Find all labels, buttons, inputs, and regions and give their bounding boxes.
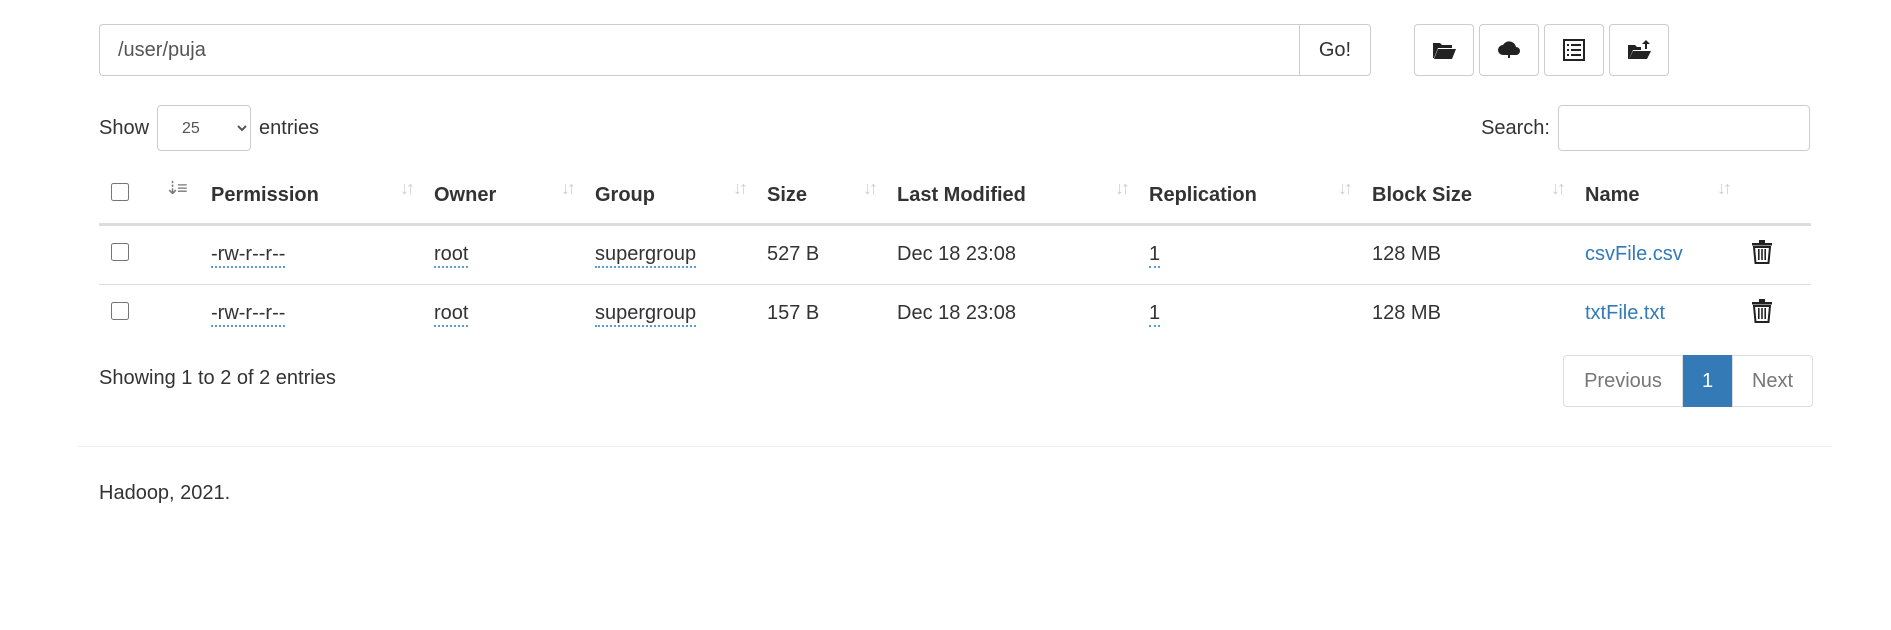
owner-link[interactable]: root xyxy=(434,302,469,327)
file-table: ⇣≡ Permission ↓↑ Owner ↓↑ Group ↓↑ Size … xyxy=(99,170,1811,343)
header-label: Block Size xyxy=(1372,183,1473,206)
select-all-checkbox[interactable] xyxy=(111,182,129,201)
footer-text: Hadoop, 2021. xyxy=(99,482,231,504)
header-permission[interactable]: Permission ↓↑ xyxy=(211,170,434,226)
replication-link[interactable]: 1 xyxy=(1149,243,1161,268)
block-size-cell: 128 MB xyxy=(1372,224,1585,285)
upload-button[interactable] xyxy=(1479,24,1539,76)
show-label: Show xyxy=(99,116,150,139)
size-cell: 527 B xyxy=(767,224,897,285)
length-control: Show 25 entries xyxy=(99,105,320,151)
permission-link[interactable]: -rw-r--r-- xyxy=(211,243,286,268)
entries-label: entries xyxy=(259,116,320,139)
owner-link[interactable]: root xyxy=(434,243,469,268)
header-label: Last Modified xyxy=(897,183,1026,206)
sort-icon: ↓↑ xyxy=(1338,178,1353,198)
table-info: Showing 1 to 2 of 2 entries xyxy=(99,367,336,389)
replication-link[interactable]: 1 xyxy=(1149,302,1161,327)
cloud-upload-icon xyxy=(1498,41,1520,58)
header-name[interactable]: Name ↓↑ xyxy=(1585,170,1751,226)
previous-page-button[interactable]: Previous xyxy=(1563,355,1683,407)
header-owner[interactable]: Owner ↓↑ xyxy=(434,170,595,226)
delete-button[interactable] xyxy=(1751,284,1811,343)
size-cell: 157 B xyxy=(767,302,820,324)
modified-cell: Dec 18 23:08 xyxy=(897,302,1016,324)
table-header-row: ⇣≡ Permission ↓↑ Owner ↓↑ Group ↓↑ Size … xyxy=(99,170,1811,226)
header-label: Replication xyxy=(1149,183,1257,206)
delete-button[interactable] xyxy=(1751,224,1811,285)
go-button[interactable]: Go! xyxy=(1299,24,1371,76)
next-page-button[interactable]: Next xyxy=(1732,355,1813,407)
create-directory-button[interactable] xyxy=(1414,24,1474,76)
header-last-modified[interactable]: Last Modified ↓↑ xyxy=(897,170,1149,226)
folder-open-icon xyxy=(1433,43,1456,59)
sort-icon: ↓↑ xyxy=(733,178,748,198)
row-checkbox[interactable] xyxy=(111,242,129,261)
footer-divider xyxy=(78,446,1832,447)
group-link[interactable]: supergroup xyxy=(595,302,697,327)
row-checkbox[interactable] xyxy=(111,301,129,320)
group-link[interactable]: supergroup xyxy=(595,243,697,268)
sort-header[interactable]: ⇣≡ xyxy=(161,170,211,226)
table-row: -rw-r--r-- root supergroup 157 B Dec 18 … xyxy=(99,284,1811,343)
header-label: Group xyxy=(595,183,655,206)
pagination: Previous 1 Next xyxy=(1563,355,1813,407)
permission-link[interactable]: -rw-r--r-- xyxy=(211,302,286,327)
trash-icon xyxy=(1752,239,1772,264)
path-bar: Go! xyxy=(99,24,1371,76)
file-name-link[interactable]: txtFile.txt xyxy=(1585,302,1665,324)
header-label: Permission xyxy=(211,183,319,206)
path-input[interactable] xyxy=(99,24,1299,76)
page-1-button[interactable]: 1 xyxy=(1683,355,1732,407)
select-all-header xyxy=(99,170,161,226)
entries-select[interactable]: 25 xyxy=(157,105,252,151)
modified-cell: Dec 18 23:08 xyxy=(897,224,1149,285)
trash-icon xyxy=(1752,298,1772,323)
search-control: Search: xyxy=(1481,105,1810,151)
file-name-link[interactable]: csvFile.csv xyxy=(1585,243,1683,265)
folder-upload-icon xyxy=(1628,40,1651,59)
sort-icon: ↓↑ xyxy=(863,178,878,198)
actions-header xyxy=(1751,170,1811,226)
view-list-button[interactable] xyxy=(1544,24,1604,76)
list-alt-icon xyxy=(1563,39,1585,61)
cut-paste-button[interactable] xyxy=(1609,24,1669,76)
sort-icon: ↓↑ xyxy=(561,178,576,198)
header-label: Name xyxy=(1585,183,1640,206)
header-group[interactable]: Group ↓↑ xyxy=(595,170,767,226)
search-label: Search: xyxy=(1481,116,1550,139)
table-row: -rw-r--r-- root supergroup 527 B Dec 18 … xyxy=(99,224,1811,285)
sort-icon: ↓↑ xyxy=(400,178,415,198)
file-browser: Go! Show 25 entries xyxy=(0,0,1891,630)
sort-asc-icon: ⇣≡ xyxy=(165,178,188,198)
header-replication[interactable]: Replication ↓↑ xyxy=(1149,170,1372,226)
header-size[interactable]: Size ↓↑ xyxy=(767,170,897,226)
header-label: Owner xyxy=(434,183,497,206)
sort-icon: ↓↑ xyxy=(1551,178,1566,198)
sort-icon: ↓↑ xyxy=(1717,178,1732,198)
search-input[interactable] xyxy=(1558,105,1810,151)
header-block-size[interactable]: Block Size ↓↑ xyxy=(1372,170,1585,226)
header-label: Size xyxy=(767,183,808,206)
sort-icon: ↓↑ xyxy=(1115,178,1130,198)
block-size-cell: 128 MB xyxy=(1372,302,1441,324)
